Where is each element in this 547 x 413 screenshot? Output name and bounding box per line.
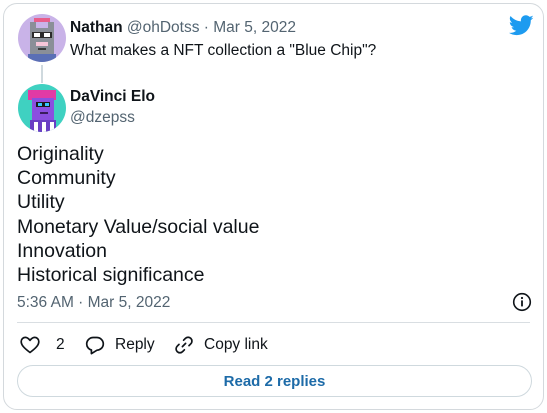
- tweet-line: Utility: [17, 191, 65, 214]
- parent-author-handle[interactable]: @ohDotss: [127, 19, 200, 36]
- parent-tweet-header: Nathan @ohDotss · Mar 5, 2022: [70, 19, 296, 37]
- tweet-line: Community: [17, 167, 116, 190]
- speech-bubble-icon: [85, 336, 105, 354]
- twitter-bird-icon[interactable]: [509, 15, 534, 36]
- tweet-timestamp[interactable]: 5:36 AM · Mar 5, 2022: [17, 294, 170, 312]
- pixel-punk-avatar-icon: [18, 84, 66, 132]
- tweet-body-text: Originality Community Utility Monetary V…: [17, 142, 527, 287]
- reply-button[interactable]: Reply: [85, 334, 155, 356]
- parent-author-name[interactable]: Nathan: [70, 19, 123, 36]
- read-replies-button[interactable]: Read 2 replies: [17, 365, 532, 397]
- tweet-line: Monetary Value/social value: [17, 215, 260, 238]
- actions-divider: [17, 322, 530, 323]
- parent-author-avatar[interactable]: [18, 14, 66, 62]
- copy-link-button[interactable]: Copy link: [174, 334, 268, 356]
- reply-label: Reply: [115, 336, 155, 353]
- tweet-line: Innovation: [17, 239, 107, 262]
- pixel-cat-avatar-icon: [18, 14, 66, 62]
- header-separator: ·: [203, 19, 209, 36]
- tweet-embed-card: Nathan @ohDotss · Mar 5, 2022 What makes…: [3, 3, 544, 410]
- reply-author-avatar[interactable]: [18, 84, 66, 132]
- info-icon[interactable]: [512, 292, 532, 312]
- like-count: 2: [56, 336, 65, 353]
- tweet-line: Historical significance: [17, 264, 205, 287]
- reply-author-handle[interactable]: @dzepss: [70, 109, 135, 127]
- reply-author-name[interactable]: DaVinci Elo: [70, 88, 155, 106]
- link-icon: [175, 336, 193, 354]
- parent-tweet-date[interactable]: Mar 5, 2022: [213, 19, 296, 36]
- heart-icon: [20, 336, 40, 354]
- parent-tweet-text: What makes a NFT collection a "Blue Chip…: [70, 42, 377, 59]
- tweet-line: Originality: [17, 143, 104, 165]
- copy-link-label: Copy link: [204, 336, 268, 353]
- thread-connector-line: [41, 65, 43, 83]
- like-button[interactable]: 2: [20, 334, 65, 356]
